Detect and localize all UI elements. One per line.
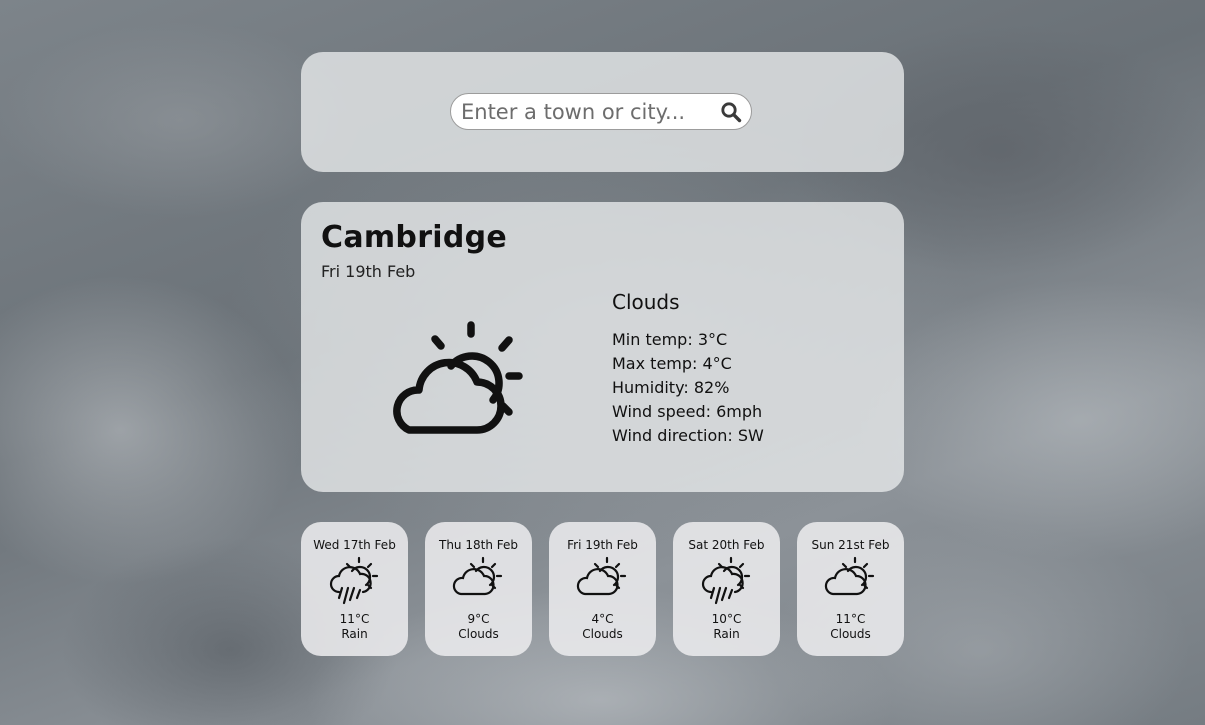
rain-icon xyxy=(329,556,379,605)
forecast-card[interactable]: Sun 21st Feb 11°C Clouds xyxy=(797,522,904,656)
search-box[interactable] xyxy=(450,93,752,130)
city-name: Cambridge xyxy=(321,220,508,255)
search-input[interactable] xyxy=(461,98,711,125)
weather-details: Clouds Min temp: 3°C Max temp: 4°C Humid… xyxy=(612,290,882,448)
humidity: Humidity: 82% xyxy=(612,378,730,397)
wind-speed: Wind speed: 6mph xyxy=(612,402,763,421)
forecast-temp: 10°C xyxy=(711,612,742,626)
forecast-temp: 11°C xyxy=(339,612,370,626)
partly-cloudy-icon xyxy=(824,556,875,596)
forecast-condition: Clouds xyxy=(830,627,871,641)
forecast-card[interactable]: Thu 18th Feb 9°C Clouds xyxy=(425,522,532,656)
forecast-temp: 11°C xyxy=(835,612,866,626)
partly-cloudy-icon xyxy=(452,556,503,596)
forecast-condition: Clouds xyxy=(582,627,623,641)
forecast-card[interactable]: Wed 17th Feb 11°C Rain xyxy=(301,522,408,656)
forecast-date: Thu 18th Feb xyxy=(439,538,518,552)
forecast-card[interactable]: Fri 19th Feb 4°C Clouds xyxy=(549,522,656,656)
search-icon[interactable] xyxy=(719,100,743,124)
max-temp: Max temp: 4°C xyxy=(612,354,732,373)
rain-icon xyxy=(701,556,751,605)
forecast-condition: Rain xyxy=(341,627,368,641)
forecast-date: Sun 21st Feb xyxy=(811,538,890,552)
partly-cloudy-icon xyxy=(393,321,523,434)
forecast-card[interactable]: Sat 20th Feb 10°C Rain xyxy=(673,522,780,656)
current-date: Fri 19th Feb xyxy=(321,262,416,281)
current-condition: Clouds xyxy=(612,290,680,314)
forecast-date: Wed 17th Feb xyxy=(313,538,396,552)
search-panel xyxy=(301,52,904,172)
forecast-temp: 9°C xyxy=(467,612,490,626)
min-temp: Min temp: 3°C xyxy=(612,330,728,349)
current-weather-panel: Cambridge Fri 19th Feb Clouds Min temp: … xyxy=(301,202,904,492)
forecast-condition: Clouds xyxy=(458,627,499,641)
forecast-date: Sat 20th Feb xyxy=(688,538,765,552)
wind-direction: Wind direction: SW xyxy=(612,426,764,445)
forecast-condition: Rain xyxy=(713,627,740,641)
forecast-temp: 4°C xyxy=(591,612,614,626)
partly-cloudy-icon xyxy=(576,556,627,596)
forecast-date: Fri 19th Feb xyxy=(567,538,638,552)
